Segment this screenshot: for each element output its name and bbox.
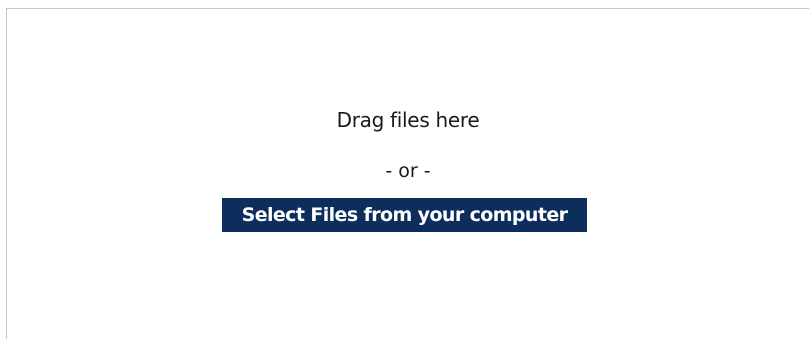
file-drop-zone[interactable]: Drag files here - or - Select Files from… xyxy=(6,8,809,339)
drag-files-label: Drag files here xyxy=(336,108,480,132)
or-separator: - or - xyxy=(385,160,431,182)
select-files-button[interactable]: Select Files from your computer xyxy=(222,198,587,232)
